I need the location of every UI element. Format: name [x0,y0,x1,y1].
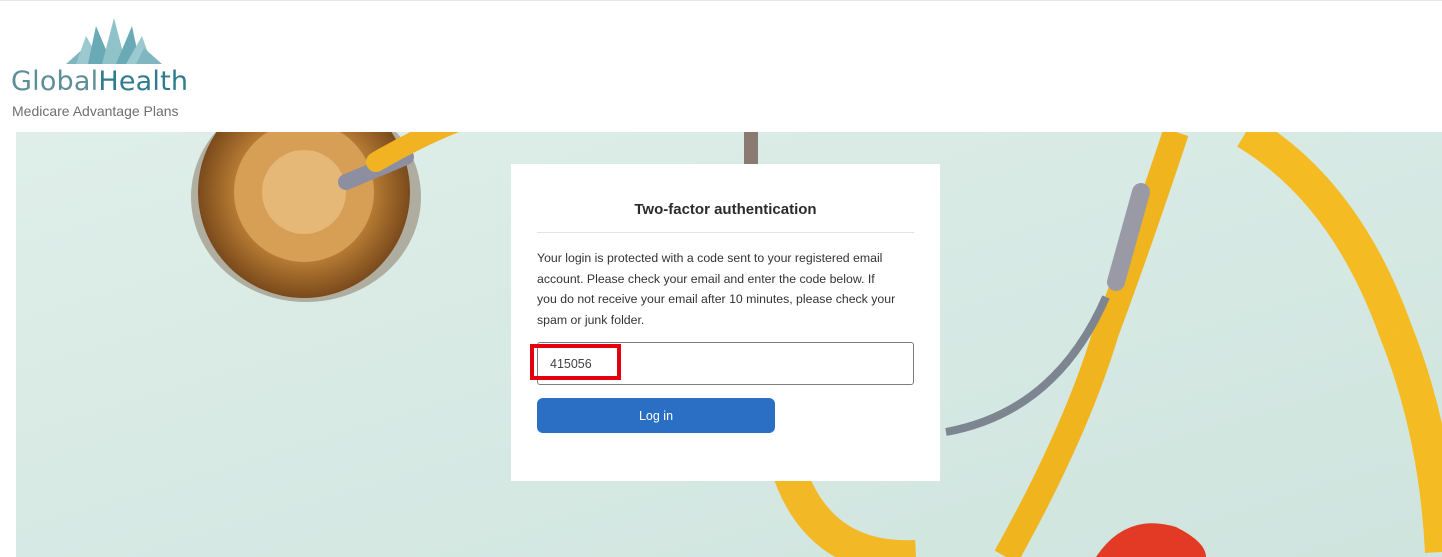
instruction-text: Your login is protected with a code sent… [537,251,896,327]
title-divider [537,232,914,233]
card-title: Two-factor authentication [634,201,817,218]
brand-name-part2: Health [98,66,189,97]
verification-code-input[interactable] [537,342,914,385]
hero-background: Two-factor authentication Your login is … [16,132,1442,557]
brand-wordmark: GlobalHealth [11,65,188,99]
brand-tagline: Medicare Advantage Plans [12,103,179,119]
log-in-button[interactable]: Log in [537,398,775,433]
two-factor-card: Two-factor authentication Your login is … [511,164,940,481]
globalhealth-logo-icon [66,18,162,64]
brand-name-part1: Global [11,66,99,97]
site-header: GlobalHealth Medicare Advantage Plans [0,0,1442,132]
